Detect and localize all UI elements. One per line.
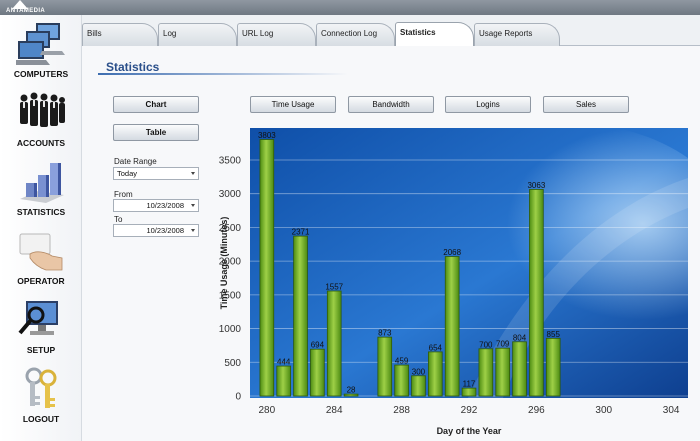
from-date-value: 10/23/2008	[146, 201, 184, 210]
x-tick-label: 284	[326, 405, 343, 416]
tab-connection-log[interactable]: Connection Log	[316, 23, 395, 46]
computers-icon	[16, 23, 65, 65]
bar-value-label: 28	[347, 386, 356, 395]
sidebar-item-setup[interactable]: SETUP	[0, 295, 82, 361]
x-axis-title: Day of the Year	[437, 426, 502, 436]
bar-value-label: 855	[547, 330, 561, 339]
x-tick-label: 296	[528, 405, 545, 416]
bar	[461, 387, 477, 397]
page-title: Statistics	[106, 60, 160, 74]
sales-button[interactable]: Sales	[543, 96, 629, 113]
bar-value-label: 654	[429, 343, 443, 352]
bar	[428, 351, 443, 397]
bar	[529, 189, 544, 397]
bar	[276, 365, 291, 397]
bandwidth-button[interactable]: Bandwidth	[348, 96, 434, 113]
statistics-icon	[20, 163, 64, 203]
bar-value-label: 700	[479, 340, 493, 349]
to-date-value: 10/23/2008	[146, 226, 184, 235]
bar	[411, 375, 426, 397]
bar-value-label: 117	[463, 380, 476, 389]
x-tick-label: 280	[259, 405, 276, 416]
bar-value-label: 694	[311, 341, 325, 350]
chart-canvas: 3803444237169415572887345930065420681177…	[219, 128, 688, 436]
time-usage-button[interactable]: Time Usage	[250, 96, 336, 113]
bar-value-label: 459	[395, 357, 409, 366]
x-tick-label: 288	[393, 405, 410, 416]
bar-value-label: 1557	[325, 283, 343, 292]
bar	[545, 337, 561, 397]
bar-value-label: 873	[378, 329, 392, 338]
chevron-down-icon	[191, 229, 195, 232]
bar	[310, 348, 325, 397]
bar	[293, 235, 308, 397]
bar	[326, 290, 342, 397]
x-tick-label: 304	[663, 405, 680, 416]
date-range-value: Today	[117, 169, 138, 178]
from-date-field[interactable]: 10/23/2008	[113, 199, 199, 212]
bar	[478, 348, 494, 397]
bar	[495, 347, 510, 397]
date-range-label: Date Range	[114, 157, 157, 166]
app-window: ANTAMEDIA COMPUTERS ACCOUNTS STATISTICS …	[0, 0, 700, 441]
statistics-panel: Statistics Chart Table Time Usage Bandwi…	[82, 46, 700, 441]
time-usage-chart: 3803 444 2371 694 1557 28 873 459 300 654 2068 117 7…	[218, 128, 688, 441]
sidebar-item-accounts[interactable]: ACCOUNTS	[0, 88, 82, 154]
chart-view-button[interactable]: Chart	[113, 96, 199, 113]
sidebar-item-computers[interactable]: COMPUTERS	[0, 19, 82, 85]
tab-log[interactable]: Log	[158, 23, 237, 46]
logins-button[interactable]: Logins	[445, 96, 531, 113]
from-label: From	[114, 190, 133, 199]
bar-value-label: 709	[496, 340, 510, 349]
setup-icon	[18, 301, 58, 335]
bar	[259, 139, 275, 397]
sidebar-item-logout[interactable]: LOGOUT	[0, 364, 82, 430]
bar-value-label: 2068	[443, 248, 461, 257]
tab-usage-reports[interactable]: Usage Reports	[474, 23, 560, 46]
title-underline	[98, 73, 348, 75]
chevron-down-icon	[191, 204, 195, 207]
bar-value-label: 3063	[527, 181, 545, 190]
y-tick-label: 1000	[219, 324, 242, 335]
antamedia-logo: ANTAMEDIA	[6, 0, 60, 15]
bar-value-label: 444	[277, 358, 291, 367]
tab-bills[interactable]: Bills	[82, 23, 158, 46]
y-tick-label: 500	[224, 358, 241, 369]
logout-icon	[25, 367, 57, 408]
bar	[394, 364, 409, 397]
bar-value-label: 3803	[258, 131, 276, 140]
y-tick-label: 3500	[219, 155, 242, 166]
chevron-down-icon	[191, 172, 195, 175]
sidebar: COMPUTERS ACCOUNTS STATISTICS OPERATOR S…	[0, 15, 82, 441]
y-axis-title: Time Usage (Minutes)	[219, 217, 229, 310]
operator-icon	[19, 233, 63, 271]
x-tick-label: 292	[461, 405, 478, 416]
bar	[377, 336, 393, 397]
table-view-button[interactable]: Table	[113, 124, 199, 141]
y-tick-label: 3000	[219, 189, 242, 200]
sidebar-item-operator[interactable]: OPERATOR	[0, 226, 82, 292]
date-range-select[interactable]: Today	[113, 167, 199, 180]
bar-value-label: 2371	[292, 228, 310, 237]
bar-value-label: 300	[412, 367, 426, 376]
tab-url-log[interactable]: URL Log	[237, 23, 316, 46]
accounts-icon	[20, 92, 65, 127]
tab-statistics[interactable]: Statistics	[395, 22, 474, 47]
to-date-field[interactable]: 10/23/2008	[113, 224, 199, 237]
y-tick-label: 0	[235, 392, 241, 403]
to-label: To	[114, 215, 123, 224]
title-bar: ANTAMEDIA	[0, 0, 700, 15]
sidebar-item-statistics[interactable]: STATISTICS	[0, 157, 82, 223]
tab-bar: Bills Log URL Log Connection Log Statist…	[82, 15, 700, 47]
x-tick-label: 300	[595, 405, 612, 416]
bar-value-label: 804	[513, 333, 527, 342]
bar	[512, 341, 527, 397]
bar	[444, 256, 460, 397]
